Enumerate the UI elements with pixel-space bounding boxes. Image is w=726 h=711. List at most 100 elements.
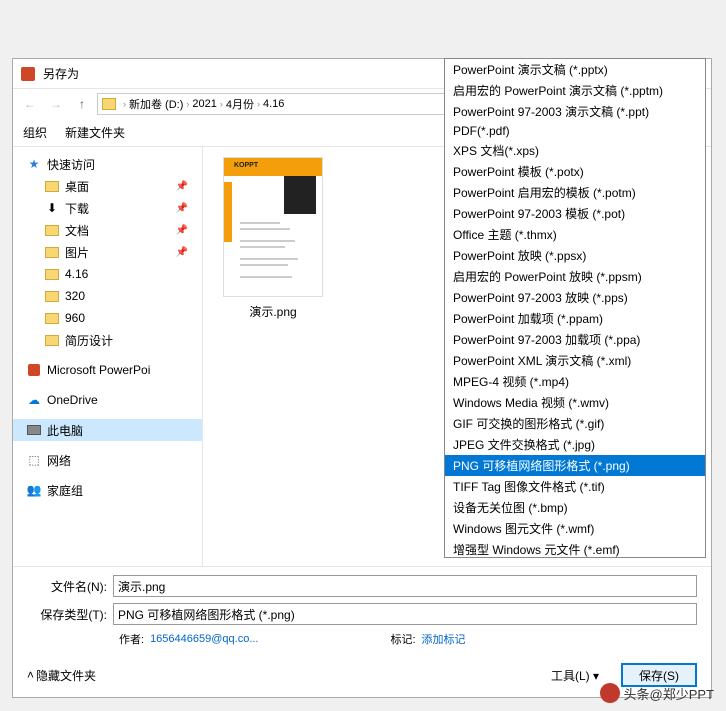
sidebar-network[interactable]: ⬚网络 [13,449,202,471]
sidebar-item-label: 下载 [65,200,89,217]
filetype-option[interactable]: PowerPoint 演示文稿 (*.pptx) [445,59,705,80]
filetype-option[interactable]: PDF(*.pdf) [445,122,705,140]
sidebar-item-label: 简历设计 [65,332,113,349]
thumb-brand: KOPPT [234,162,258,169]
sidebar-item-label: 此电脑 [47,422,83,439]
filetype-option[interactable]: PowerPoint 97-2003 加载项 (*.ppa) [445,329,705,350]
chevron-up-icon: ˄ [27,668,34,682]
tools-button[interactable]: 工具(L) ▾ [551,667,599,684]
filetype-option[interactable]: GIF 可交换的图形格式 (*.gif) [445,413,705,434]
sidebar: ★快速访问 桌面 📌 ⬇ 下载 📌 文档 📌 图片📌 4.16 320 960 简历设计… [13,147,203,566]
cloud-icon: ☁ [27,393,41,407]
crumb-drive[interactable]: 新加卷 (D:) [129,96,183,112]
sidebar-desktop[interactable]: 桌面 📌 [13,175,202,197]
filetype-option[interactable]: 启用宏的 PowerPoint 放映 (*.ppsm) [445,266,705,287]
filetype-option[interactable]: PowerPoint 模板 (*.potx) [445,161,705,182]
sidebar-item-label: 网络 [47,452,71,469]
filetype-option[interactable]: PowerPoint 97-2003 模板 (*.pot) [445,203,705,224]
sidebar-item-label: 快速访问 [47,156,95,173]
folder-icon [45,267,59,281]
sidebar-pictures[interactable]: 图片📌 [13,241,202,263]
folder-icon [45,289,59,303]
nav-up-button[interactable]: ↑ [71,93,93,115]
organize-button[interactable]: 组织 [23,124,47,141]
pin-icon: 📌 [176,181,188,192]
filetype-option[interactable]: XPS 文档(*.xps) [445,140,705,161]
filetype-option[interactable]: Windows Media 视频 (*.wmv) [445,392,705,413]
computer-icon [27,423,41,437]
pictures-icon [45,245,59,259]
sidebar-item-label: 4.16 [65,267,88,281]
nav-forward-button[interactable]: → [45,93,67,115]
homegroup-icon: 👥 [27,483,41,497]
filetype-option[interactable]: PNG 可移植网络图形格式 (*.png) [445,455,705,476]
watermark: 头条@郑少PPT [600,683,714,703]
sidebar-folder-320[interactable]: 320 [13,285,202,307]
desktop-icon [45,179,59,193]
filetype-label: 保存类型(T): [27,606,113,623]
crumb-month[interactable]: 4月份 [226,96,254,112]
chevron-right-icon: › [220,99,223,109]
sidebar-documents[interactable]: 文档 📌 [13,219,202,241]
pin-icon: 📌 [176,247,188,258]
author-label: 作者: [119,631,144,647]
folder-icon [45,311,59,325]
filetype-select[interactable] [113,603,697,625]
tag-value[interactable]: 添加标记 [422,631,466,647]
file-name-label: 演示.png [213,303,333,320]
filetype-option[interactable]: PowerPoint 97-2003 放映 (*.pps) [445,287,705,308]
filetype-dropdown[interactable]: PowerPoint 演示文稿 (*.pptx)启用宏的 PowerPoint … [444,58,706,558]
filename-input[interactable] [113,575,697,597]
file-thumbnail: KOPPT [223,157,323,297]
filetype-option[interactable]: MPEG-4 视频 (*.mp4) [445,371,705,392]
filename-label: 文件名(N): [27,578,113,595]
sidebar-item-label: 文档 [65,222,89,239]
sidebar-item-label: 家庭组 [47,482,83,499]
sidebar-folder-resume[interactable]: 简历设计 [13,329,202,351]
nav-back-button[interactable]: ← [19,93,41,115]
sidebar-item-label: 桌面 [65,178,89,195]
filetype-option[interactable]: Windows 图元文件 (*.wmf) [445,518,705,539]
filetype-option[interactable]: PowerPoint 97-2003 演示文稿 (*.ppt) [445,101,705,122]
hide-folders-button[interactable]: ˄ 隐藏文件夹 [27,667,96,684]
chevron-right-icon: › [186,99,189,109]
filetype-option[interactable]: PowerPoint 启用宏的模板 (*.potm) [445,182,705,203]
new-folder-button[interactable]: 新建文件夹 [65,124,125,141]
crumb-year[interactable]: 2021 [192,98,216,110]
sidebar-folder-960[interactable]: 960 [13,307,202,329]
sidebar-homegroup[interactable]: 👥 家庭组 [13,479,202,501]
filetype-option[interactable]: PowerPoint 放映 (*.ppsx) [445,245,705,266]
hide-folders-label: 隐藏文件夹 [36,667,96,684]
author-value[interactable]: 1656446659@qq.co... [150,633,258,645]
filetype-option[interactable]: JPEG 文件交换格式 (*.jpg) [445,434,705,455]
sidebar-item-label: 320 [65,289,85,303]
folder-icon [45,333,59,347]
chevron-right-icon: › [123,99,126,109]
powerpoint-icon [21,67,35,81]
filetype-option[interactable]: PowerPoint 加载项 (*.ppam) [445,308,705,329]
download-icon: ⬇ [45,201,59,215]
bottom-panel: 文件名(N): 保存类型(T): 作者: 1656446659@qq.co...… [13,566,711,697]
sidebar-quick-access[interactable]: ★快速访问 [13,153,202,175]
sidebar-powerpoint[interactable]: Microsoft PowerPoi [13,359,202,381]
document-icon [45,223,59,237]
filetype-option[interactable]: Office 主题 (*.thmx) [445,224,705,245]
filetype-option[interactable]: 增强型 Windows 元文件 (*.emf) [445,539,705,558]
filetype-option[interactable]: PowerPoint XML 演示文稿 (*.xml) [445,350,705,371]
chevron-right-icon: › [257,99,260,109]
filetype-option[interactable]: 设备无关位图 (*.bmp) [445,497,705,518]
pin-icon: 📌 [176,203,188,214]
sidebar-onedrive[interactable]: ☁ OneDrive [13,389,202,411]
file-tile[interactable]: KOPPT 演示.png [213,157,333,320]
sidebar-item-label: OneDrive [47,393,98,407]
watermark-text: 头条@郑少PPT [624,684,714,703]
sidebar-folder-416[interactable]: 4.16 [13,263,202,285]
crumb-day[interactable]: 4.16 [263,98,284,110]
watermark-avatar [600,683,620,703]
filetype-option[interactable]: 启用宏的 PowerPoint 演示文稿 (*.pptm) [445,80,705,101]
pin-icon: 📌 [176,225,188,236]
sidebar-this-pc[interactable]: 此电脑 [13,419,202,441]
filetype-option[interactable]: TIFF Tag 图像文件格式 (*.tif) [445,476,705,497]
powerpoint-icon [27,363,41,377]
sidebar-downloads[interactable]: ⬇ 下载 📌 [13,197,202,219]
